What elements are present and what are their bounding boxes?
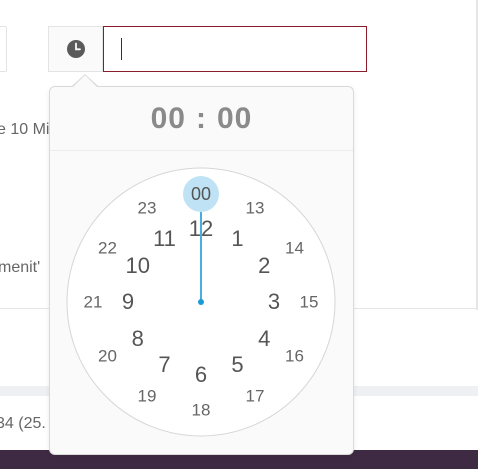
clock-face [66, 167, 336, 437]
hour-option-9[interactable]: 9 [122, 291, 134, 313]
popover-arrow-fill [73, 75, 97, 87]
hour-option-16[interactable]: 16 [285, 348, 304, 365]
hour-option-12[interactable]: 12 [189, 218, 213, 240]
hour-option-18[interactable]: 18 [192, 402, 211, 419]
clock-center-dot [198, 299, 204, 305]
hour-option-23[interactable]: 23 [138, 200, 157, 217]
hour-option-5[interactable]: 5 [231, 354, 243, 376]
hour-option-10[interactable]: 10 [126, 254, 150, 277]
background-field[interactable] [0, 26, 7, 72]
hour-option-2[interactable]: 2 [258, 254, 270, 277]
time-separator: : [196, 101, 207, 135]
hour-option-21[interactable]: 21 [84, 294, 103, 311]
timepicker-header: 00 : 00 [50, 87, 353, 151]
clock-addon-button[interactable] [48, 26, 103, 72]
clock-dial[interactable]: 12 1 2 3 4 5 6 7 8 9 10 11 00 13 14 15 16 17 18 19 20 21 22 23 [66, 167, 336, 437]
hour-option-7[interactable]: 7 [158, 354, 170, 376]
text-cursor [121, 38, 122, 60]
hour-option-20[interactable]: 20 [98, 348, 117, 365]
hour-option-11[interactable]: 11 [153, 227, 176, 250]
hour-option-3[interactable]: 3 [268, 291, 280, 313]
timepicker-popover: 00 : 00 12 1 2 3 4 5 6 7 8 9 10 11 00 13 14 15 16 17 18 19 2… [49, 86, 354, 455]
hour-option-22[interactable]: 22 [98, 240, 117, 257]
hour-option-00[interactable]: 00 [191, 185, 211, 203]
clock-icon [66, 40, 85, 58]
hour-option-17[interactable]: 17 [246, 387, 265, 404]
background-text: menit' [0, 259, 41, 276]
hour-option-6[interactable]: 6 [195, 364, 207, 386]
background-text: 34 (25. [0, 415, 46, 432]
minutes-display[interactable]: 00 [217, 102, 252, 136]
background-text: e 10 Mi [0, 121, 50, 138]
hours-display[interactable]: 00 [151, 102, 186, 136]
hour-option-19[interactable]: 19 [138, 387, 157, 404]
time-input[interactable] [103, 26, 367, 72]
hour-option-14[interactable]: 14 [285, 240, 304, 257]
hour-option-13[interactable]: 13 [246, 200, 265, 217]
hour-option-1[interactable]: 1 [231, 227, 243, 250]
hour-option-15[interactable]: 15 [300, 294, 319, 311]
hour-option-8[interactable]: 8 [132, 327, 144, 350]
hour-option-4[interactable]: 4 [258, 327, 270, 350]
